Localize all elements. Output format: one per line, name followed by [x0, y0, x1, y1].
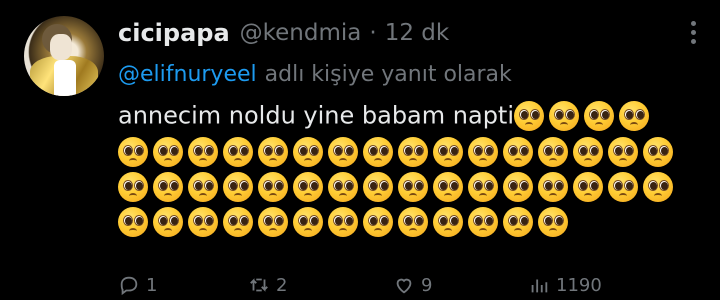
pleading-face-emoji: [619, 101, 649, 131]
tweet-text-words: annecim noldu yine babam napti: [118, 101, 514, 130]
pleading-face-emoji: [328, 136, 358, 167]
pleading-face-emoji: [118, 206, 148, 237]
pleading-face-emoji: [328, 171, 358, 202]
display-name[interactable]: cicipapa: [118, 19, 230, 47]
pleading-face-emoji: [503, 206, 533, 237]
reply-context: @elifnuryeel adlı kişiye yanıt olarak: [118, 57, 512, 91]
pleading-face-emoji: [328, 206, 358, 237]
pleading-face-emoji: [503, 136, 533, 167]
retweet-count: 2: [276, 274, 288, 296]
pleading-face-emoji: [293, 136, 323, 167]
pleading-face-emoji: [549, 101, 579, 131]
pleading-face-emoji: [223, 206, 253, 237]
pleading-face-emoji: [293, 171, 323, 202]
views-button[interactable]: 1190: [528, 270, 602, 300]
more-options-icon[interactable]: [682, 18, 706, 48]
pleading-face-emoji: [398, 171, 428, 202]
reply-mention-link[interactable]: @elifnuryeel: [118, 62, 257, 87]
retweet-icon: [250, 278, 268, 292]
pleading-face-emoji: [153, 171, 183, 202]
pleading-face-emoji: [118, 171, 148, 202]
action-bar: 1 2 9 1190: [118, 270, 698, 300]
reply-context-text: adlı kişiye yanıt olarak: [264, 61, 512, 87]
pleading-face-emoji: [433, 206, 463, 237]
pleading-face-emoji: [433, 136, 463, 167]
pleading-face-emoji: [293, 206, 323, 237]
tweet-text: annecim noldu yine babam napti: [118, 98, 678, 239]
heart-icon: [396, 278, 412, 294]
pleading-face-emoji: [584, 101, 614, 131]
pleading-face-emoji: [363, 171, 393, 202]
user-handle[interactable]: @kendmia: [240, 20, 362, 46]
pleading-face-emoji: [468, 206, 498, 237]
tweet[interactable]: cicipapa @kendmia · 12 dk @elifnuryeel a…: [0, 0, 720, 296]
pleading-face-emoji: [503, 171, 533, 202]
pleading-face-emoji: [608, 171, 638, 202]
pleading-face-emoji: [258, 206, 288, 237]
pleading-face-emoji: [538, 206, 568, 237]
pleading-face-emoji: [573, 171, 603, 202]
timestamp[interactable]: 12 dk: [385, 20, 450, 46]
pleading-face-emoji: [188, 206, 218, 237]
pleading-face-emoji: [398, 206, 428, 237]
pleading-face-emoji: [258, 136, 288, 167]
views-count: 1190: [556, 274, 602, 296]
tweet-header: cicipapa @kendmia · 12 dk: [118, 16, 449, 50]
pleading-face-emoji: [153, 136, 183, 167]
reply-count: 1: [146, 274, 158, 296]
pleading-face-emoji: [468, 171, 498, 202]
pleading-face-emoji: [538, 136, 568, 167]
pleading-face-emoji: [363, 206, 393, 237]
reply-button[interactable]: 1: [118, 270, 157, 300]
pleading-face-emoji: [188, 136, 218, 167]
pleading-face-emoji: [398, 136, 428, 167]
retweet-button[interactable]: 2: [248, 270, 287, 300]
avatar-shirt: [54, 60, 76, 96]
pleading-face-emoji: [573, 136, 603, 167]
pleading-face-emoji: [538, 171, 568, 202]
avatar[interactable]: [24, 16, 104, 96]
pleading-face-emoji: [643, 171, 673, 202]
avatar-face: [50, 34, 72, 60]
pleading-face-emoji: [223, 171, 253, 202]
pleading-face-emoji: [258, 171, 288, 202]
pleading-face-emoji: [153, 206, 183, 237]
pleading-face-emoji: [363, 136, 393, 167]
pleading-face-emoji: [118, 136, 148, 167]
pleading-face-emoji: [514, 101, 544, 131]
pleading-face-emoji: [643, 136, 673, 167]
reply-icon: [120, 276, 138, 296]
pleading-face-emoji: [188, 171, 218, 202]
views-icon: [531, 279, 548, 293]
pleading-face-emoji: [468, 136, 498, 167]
like-count: 9: [421, 274, 433, 296]
like-button[interactable]: 9: [393, 270, 432, 300]
pleading-face-emoji: [433, 171, 463, 202]
header-separator: ·: [369, 20, 377, 46]
pleading-face-emoji: [223, 136, 253, 167]
pleading-face-emoji: [608, 136, 638, 167]
